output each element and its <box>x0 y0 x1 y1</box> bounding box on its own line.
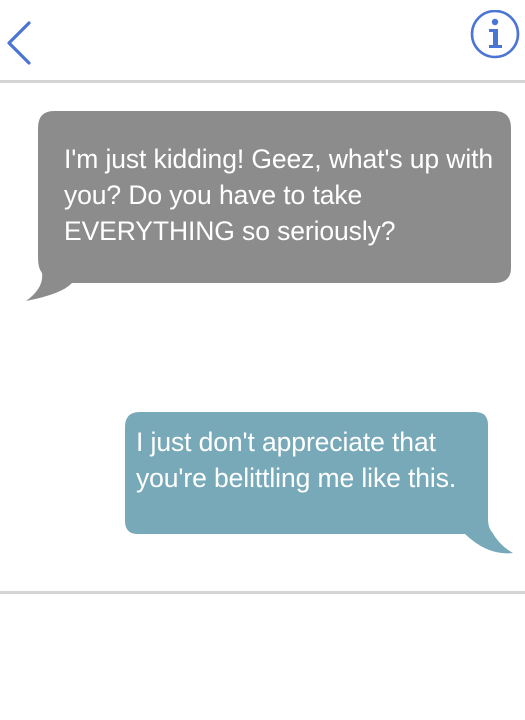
back-button[interactable] <box>2 18 38 68</box>
chevron-left-icon <box>7 21 31 65</box>
received-message-text: I'm just kidding! Geez, what's up with y… <box>64 144 494 246</box>
info-circle-icon <box>470 9 520 59</box>
sent-message-bubble[interactable]: I just don't appreciate that you're beli… <box>120 410 515 558</box>
footer-divider <box>0 591 525 594</box>
header-divider <box>0 80 525 83</box>
sent-message-text: I just don't appreciate that you're beli… <box>136 427 457 493</box>
conversation-screen: I'm just kidding! Geez, what's up with y… <box>0 0 525 720</box>
conversation-header <box>0 0 525 82</box>
info-button[interactable] <box>468 9 522 60</box>
received-message-bubble[interactable]: I'm just kidding! Geez, what's up with y… <box>24 108 514 304</box>
